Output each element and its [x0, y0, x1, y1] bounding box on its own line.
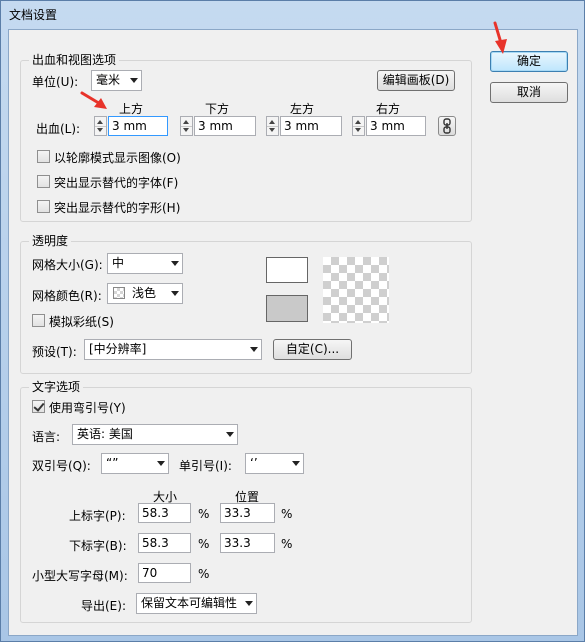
export-value: 保留文本可编辑性 — [141, 596, 238, 610]
grid-size-select[interactable]: 中 — [107, 253, 183, 274]
chevron-down-icon — [245, 601, 253, 606]
arrow-down-icon — [355, 128, 361, 132]
percent-label: % — [281, 507, 293, 521]
units-value: 毫米 — [96, 73, 121, 87]
small-caps-label: 小型大写字母(M): — [32, 569, 128, 583]
preset-select[interactable]: [中分辨率] — [84, 339, 262, 360]
bleed-right-input[interactable]: 3 mm — [366, 116, 426, 136]
arrow-down-icon — [183, 128, 189, 132]
simulate-paper-checkbox[interactable] — [32, 314, 45, 327]
typographers-quotes-checkbox[interactable] — [32, 400, 45, 413]
annotation-arrow-icon — [493, 21, 507, 54]
outline-images-checkbox[interactable] — [37, 150, 50, 163]
subscript-label: 下标字(B): — [69, 539, 127, 553]
bleed-right-stepper[interactable] — [352, 116, 365, 136]
double-quotes-label: 双引号(Q): — [32, 459, 91, 473]
bleed-top-stepper[interactable] — [94, 116, 107, 136]
preset-value: [中分辨率] — [89, 342, 147, 356]
single-quotes-value: ‘’ — [250, 456, 258, 470]
arrow-up-icon — [183, 120, 189, 124]
type-options-legend: 文字选项 — [29, 380, 84, 394]
small-caps-input[interactable]: 70 — [138, 563, 191, 583]
subscript-size-input[interactable]: 58.3 — [138, 533, 191, 553]
chevron-down-icon — [226, 432, 234, 437]
bleed-top-label: 上方 — [119, 102, 144, 116]
arrow-down-icon — [97, 128, 103, 132]
superscript-position-input[interactable]: 33.3 — [220, 503, 275, 523]
grid-color-value: 浅色 — [132, 286, 157, 300]
bleed-left-label: 左方 — [290, 102, 315, 116]
double-quotes-select[interactable]: “” — [101, 453, 169, 474]
link-bleed-values-button[interactable] — [438, 116, 456, 136]
double-quotes-value: “” — [106, 456, 119, 470]
bleed-bottom-label: 下方 — [205, 102, 230, 116]
language-value: 英语: 美国 — [77, 427, 133, 441]
grid-color-label: 网格颜色(R): — [32, 289, 102, 303]
export-label: 导出(E): — [81, 599, 126, 613]
transparency-grid-preview — [323, 257, 389, 323]
bleed-left-stepper[interactable] — [266, 116, 279, 136]
chevron-down-icon — [250, 347, 258, 352]
single-quotes-select[interactable]: ‘’ — [245, 453, 304, 474]
dialog-client-area: 确定 取消 出血和视图选项 单位(U): 毫米 编辑画板(D) 上方 下方 左方… — [8, 21, 578, 636]
percent-label: % — [198, 507, 210, 521]
percent-label: % — [198, 537, 210, 551]
chain-link-icon — [443, 118, 451, 134]
superscript-size-input[interactable]: 58.3 — [138, 503, 191, 523]
bleed-top-input[interactable]: 3 mm — [108, 116, 168, 136]
cancel-button[interactable]: 取消 — [490, 82, 568, 103]
annotation-arrow-icon — [80, 91, 107, 109]
highlight-fonts-checkbox[interactable] — [37, 175, 50, 188]
highlight-glyphs-label: 突出显示替代的字形(H) — [54, 201, 181, 215]
outline-images-label: 以轮廓模式显示图像(O) — [54, 151, 181, 165]
language-label: 语言: — [32, 430, 61, 444]
bleed-bottom-input[interactable]: 3 mm — [194, 116, 256, 136]
highlight-fonts-label: 突出显示替代的字体(F) — [54, 176, 179, 190]
arrow-up-icon — [355, 120, 361, 124]
chevron-down-icon — [292, 461, 300, 466]
preset-label: 预设(T): — [32, 345, 77, 359]
bleed-bottom-stepper[interactable] — [180, 116, 193, 136]
bleed-label: 出血(L): — [36, 122, 81, 136]
grid-color-select[interactable]: 浅色 — [107, 283, 183, 304]
arrow-down-icon — [269, 128, 275, 132]
arrow-up-icon — [269, 120, 275, 124]
grid-size-value: 中 — [112, 256, 125, 270]
transparency-legend: 透明度 — [29, 234, 72, 248]
window-title: 文档设置 — [9, 8, 58, 22]
document-setup-dialog: 文档设置 确定 取消 出血和视图选项 单位(U): 毫米 编辑画板(D) 上方 … — [0, 0, 585, 642]
superscript-label: 上标字(P): — [69, 509, 126, 523]
arrow-up-icon — [97, 120, 103, 124]
grid-color-swatch-dark[interactable] — [266, 295, 308, 322]
units-select[interactable]: 毫米 — [91, 70, 142, 91]
chevron-down-icon — [171, 261, 179, 266]
single-quotes-label: 单引号(I): — [179, 459, 232, 473]
checker-swatch-icon — [113, 287, 125, 299]
language-select[interactable]: 英语: 美国 — [72, 424, 238, 445]
percent-label: % — [281, 537, 293, 551]
chevron-down-icon — [157, 461, 165, 466]
percent-label: % — [198, 567, 210, 581]
grid-color-swatch-light[interactable] — [266, 257, 308, 283]
edit-artboards-button[interactable]: 编辑画板(D) — [377, 70, 455, 91]
bleed-right-label: 右方 — [376, 102, 401, 116]
subscript-position-input[interactable]: 33.3 — [220, 533, 275, 553]
chevron-down-icon — [130, 78, 138, 83]
chevron-down-icon — [171, 291, 179, 296]
highlight-glyphs-checkbox[interactable] — [37, 200, 50, 213]
custom-button[interactable]: 自定(C)... — [273, 339, 352, 360]
simulate-paper-label: 模拟彩纸(S) — [49, 315, 114, 329]
grid-size-label: 网格大小(G): — [32, 258, 103, 272]
export-select[interactable]: 保留文本可编辑性 — [136, 593, 257, 614]
bleed-left-input[interactable]: 3 mm — [280, 116, 342, 136]
typographers-quotes-label: 使用弯引号(Y) — [49, 401, 126, 415]
bleed-view-options-legend: 出血和视图选项 — [29, 53, 120, 67]
units-label: 单位(U): — [32, 75, 79, 89]
